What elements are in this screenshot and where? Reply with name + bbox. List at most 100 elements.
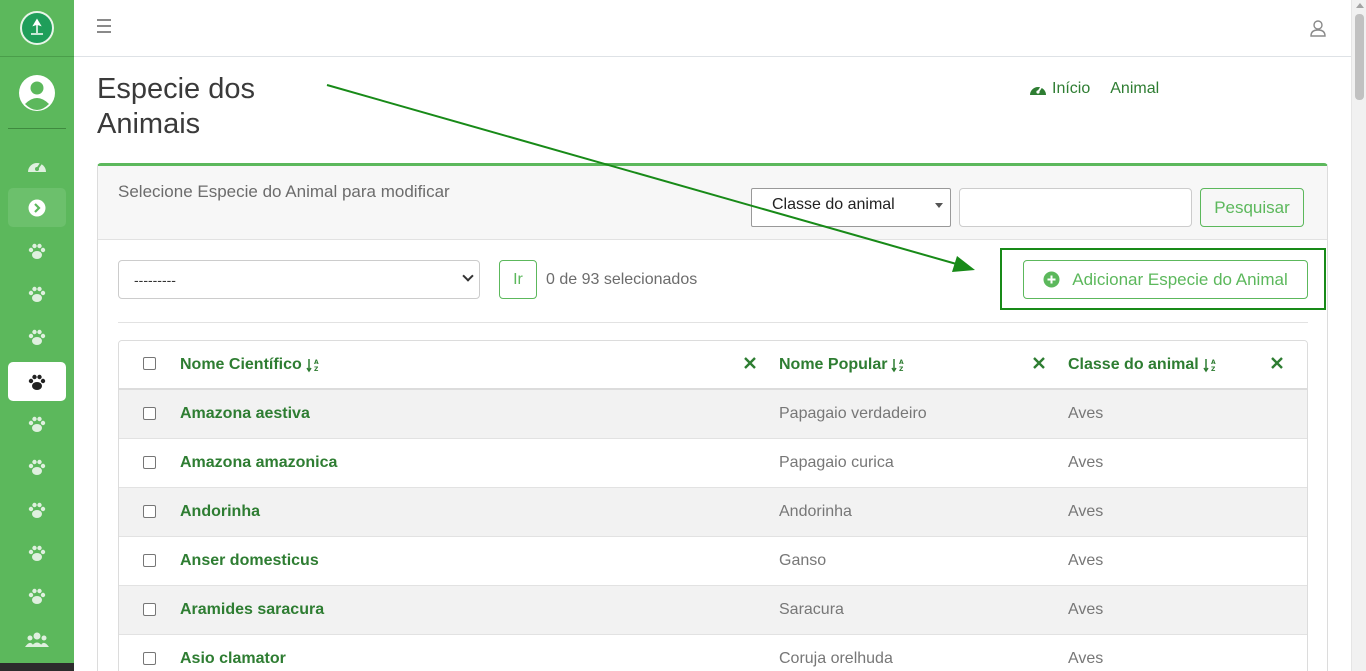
sidebar — [0, 0, 74, 671]
caret-down-icon — [935, 203, 943, 208]
column-header-nome-cientifico[interactable]: Nome Científico AZ — [180, 356, 322, 374]
search-input[interactable] — [959, 188, 1192, 227]
row-checkbox[interactable] — [143, 554, 156, 567]
table-row: Amazona aestiva Papagaio verdadeiro Aves — [119, 390, 1307, 439]
row-checkbox[interactable] — [143, 652, 156, 665]
cell-nome-popular: Andorinha — [779, 503, 852, 520]
bulk-action-value: --------- — [134, 272, 176, 288]
users-icon — [25, 632, 49, 647]
sidebar-item-go[interactable] — [8, 188, 66, 227]
row-checkbox[interactable] — [143, 603, 156, 616]
top-navbar — [74, 0, 1351, 57]
card-subtitle: Selecione Especie do Animal para modific… — [118, 182, 450, 201]
cell-classe-animal: Aves — [1068, 405, 1104, 422]
gauge-icon — [1030, 85, 1046, 95]
cell-nome-popular: Saracura — [779, 601, 844, 618]
row-checkbox[interactable] — [143, 407, 156, 420]
divider — [118, 322, 1308, 323]
paw-icon — [28, 286, 46, 302]
svg-text:Z: Z — [314, 366, 319, 373]
table-row: Andorinha Andorinha Aves — [119, 488, 1307, 537]
cell-nome-cientifico-link[interactable]: Asio clamator — [180, 650, 286, 668]
sidebar-item-paw-5[interactable] — [8, 404, 66, 443]
sidebar-bottom-strip — [0, 663, 74, 671]
bulk-action-select[interactable]: --------- — [118, 260, 480, 299]
class-filter-value: Classe do animal — [772, 196, 895, 213]
scroll-thumb[interactable] — [1355, 14, 1364, 100]
sidebar-item-paw-2[interactable] — [8, 274, 66, 313]
paw-icon — [28, 243, 46, 259]
cell-nome-cientifico-link[interactable]: Aramides saracura — [180, 601, 324, 619]
plus-circle-icon — [1043, 271, 1060, 288]
paw-icon — [28, 416, 46, 432]
sidebar-item-paw-8[interactable] — [8, 533, 66, 572]
row-checkbox[interactable] — [143, 505, 156, 518]
add-species-button[interactable]: Adicionar Especie do Animal — [1023, 260, 1308, 299]
scroll-up-arrow-icon[interactable] — [1356, 3, 1364, 8]
breadcrumb-animal[interactable]: Animal — [1110, 80, 1159, 98]
paw-icon — [28, 588, 46, 604]
sidebar-item-paw-6[interactable] — [8, 447, 66, 486]
select-all-checkbox[interactable] — [143, 357, 156, 370]
app-logo[interactable] — [20, 11, 54, 45]
table-row: Amazona amazonica Papagaio curica Aves — [119, 439, 1307, 488]
sidebar-item-paw-1[interactable] — [8, 231, 66, 270]
search-button[interactable]: Pesquisar — [1200, 188, 1304, 227]
svg-text:A: A — [314, 359, 319, 366]
remove-sort-close-icon[interactable] — [1270, 356, 1284, 370]
column-label: Classe do animal — [1068, 356, 1199, 373]
cell-nome-cientifico-link[interactable]: Andorinha — [180, 503, 260, 521]
sidebar-item-especie-active[interactable] — [8, 362, 66, 401]
add-species-label: Adicionar Especie do Animal — [1072, 269, 1288, 289]
cell-classe-animal: Aves — [1068, 650, 1104, 667]
paw-icon — [28, 459, 46, 475]
paw-icon — [28, 374, 46, 390]
sidebar-item-users[interactable] — [8, 619, 66, 658]
sort-icon: AZ — [306, 359, 319, 373]
sidebar-item-paw-3[interactable] — [8, 317, 66, 356]
card-header: Selecione Especie do Animal para modific… — [98, 166, 1327, 240]
cell-classe-animal: Aves — [1068, 503, 1104, 520]
breadcrumb-animal-label: Animal — [1110, 80, 1160, 97]
column-header-classe-animal[interactable]: Classe do animal AZ — [1068, 356, 1219, 374]
cell-nome-cientifico-link[interactable]: Anser domesticus — [180, 552, 319, 570]
column-label: Nome Científico — [180, 356, 302, 373]
cell-nome-cientifico-link[interactable]: Amazona aestiva — [180, 405, 310, 423]
cell-nome-popular: Papagaio verdadeiro — [779, 405, 927, 422]
user-icon[interactable] — [1309, 19, 1327, 37]
remove-sort-close-icon[interactable] — [743, 356, 757, 370]
sidebar-item-paw-7[interactable] — [8, 490, 66, 529]
go-button[interactable]: Ir — [499, 260, 537, 299]
class-filter-select[interactable]: Classe do animal — [751, 188, 951, 227]
paw-icon — [28, 329, 46, 345]
column-header-nome-popular[interactable]: Nome Popular AZ — [779, 356, 907, 374]
cell-classe-animal: Aves — [1068, 601, 1104, 618]
remove-sort-close-icon[interactable] — [1032, 356, 1046, 370]
svg-text:A: A — [899, 359, 904, 366]
column-label: Nome Popular — [779, 356, 888, 373]
selection-count: 0 de 93 selecionados — [546, 271, 698, 288]
cell-classe-animal: Aves — [1068, 454, 1104, 471]
page-title: Especie dos Animais — [97, 73, 255, 140]
table-header-row: Nome Científico AZ Nome Popular AZ Class… — [119, 341, 1307, 390]
table-row: Aramides saracura Saracura Aves — [119, 586, 1307, 635]
sidebar-item-dashboard[interactable] — [8, 145, 66, 184]
row-checkbox[interactable] — [143, 456, 156, 469]
hamburger-menu-icon[interactable] — [97, 19, 111, 33]
svg-text:A: A — [1211, 359, 1216, 366]
cell-nome-cientifico-link[interactable]: Amazona amazonica — [180, 454, 337, 472]
cell-nome-popular: Papagaio curica — [779, 454, 894, 471]
paw-icon — [28, 502, 46, 518]
species-card: Selecione Especie do Animal para modific… — [97, 163, 1328, 671]
page-scrollbar[interactable] — [1351, 0, 1366, 671]
sidebar-item-paw-9[interactable] — [8, 576, 66, 615]
breadcrumb-home-label: Início — [1052, 80, 1091, 97]
sidebar-user[interactable] — [8, 57, 66, 129]
user-avatar-icon — [19, 74, 55, 111]
circle-arrow-right-icon — [28, 199, 46, 216]
breadcrumb-home[interactable]: Início — [1029, 80, 1090, 98]
chevron-down-icon — [462, 270, 474, 282]
sort-icon: AZ — [891, 359, 904, 373]
breadcrumb: Início Animal — [1029, 80, 1179, 98]
paw-icon — [28, 545, 46, 561]
